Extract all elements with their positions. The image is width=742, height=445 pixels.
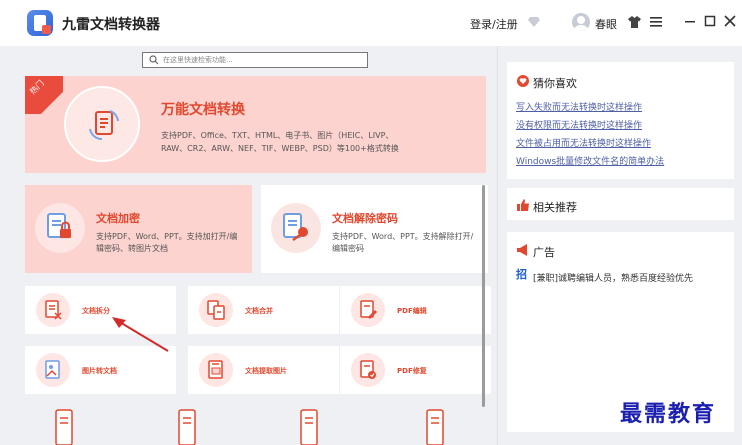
heart-icon	[517, 75, 529, 87]
guess-link[interactable]: 写入失败而无法转换时这样操作	[516, 100, 642, 113]
card-title: 文档解除密码	[332, 212, 398, 225]
card-document-encrypt[interactable]: 文档加密 支持PDF、Word、PPT。支持加打开/编辑密码、转图片文档	[25, 185, 252, 273]
panel-divider	[497, 46, 498, 445]
minimize-icon[interactable]	[683, 14, 697, 28]
card-document-merge[interactable]: 文档合并	[188, 286, 339, 334]
recommend-title: 相关推荐	[533, 201, 577, 214]
red-arrow-annotation	[112, 317, 169, 352]
doc-tool-icon[interactable]	[424, 408, 446, 445]
maximize-icon[interactable]	[703, 14, 717, 28]
ad-title: 广告	[533, 246, 555, 259]
guess-you-like-title: 猜你喜欢	[533, 77, 577, 90]
card-description: 支持PDF、Word、PPT。支持解除打开/编辑密码	[332, 232, 474, 253]
card-description: 支持PDF、Word、PPT。支持加打开/编辑密码、转图片文档	[96, 232, 238, 253]
pdf-edit-icon	[360, 300, 377, 319]
avatar[interactable]	[572, 13, 590, 31]
search-icon	[149, 55, 159, 65]
merge-document-icon	[207, 300, 225, 320]
menu-icon[interactable]	[650, 16, 662, 27]
extract-image-icon	[208, 360, 223, 379]
guess-link[interactable]: 文件被占用而无法转换时这样操作	[516, 136, 651, 149]
thumbs-up-icon	[517, 199, 529, 211]
doc-tool-icon[interactable]	[53, 408, 75, 445]
username[interactable]: 春眼	[595, 16, 617, 32]
guess-link[interactable]: 没有权限而无法转换时这样操作	[516, 118, 642, 131]
lock-document-icon	[47, 213, 71, 238]
card-label: PDF修复	[397, 367, 427, 375]
card-extract-images[interactable]: 文档提取图片	[188, 346, 339, 394]
card-label: 图片转文档	[82, 367, 117, 375]
card-label: 文档提取图片	[245, 367, 287, 375]
card-label: 文档合并	[245, 307, 273, 315]
scrollbar[interactable]	[482, 185, 485, 407]
ad-text[interactable]: [兼职]诚聘编辑人员，熟悉百度经验优先	[533, 271, 693, 284]
close-icon[interactable]	[723, 14, 737, 28]
hero-title: 万能文档转换	[161, 102, 245, 118]
app-logo-icon	[27, 10, 53, 36]
image-to-document-icon	[45, 360, 60, 379]
ad-badge: 招	[516, 268, 527, 281]
split-document-icon	[45, 300, 62, 320]
card-title: 文档加密	[96, 212, 140, 225]
key-document-icon	[283, 213, 308, 242]
watermark: 最需教育	[620, 401, 717, 427]
doc-tool-icon[interactable]	[176, 408, 198, 445]
hot-ribbon	[25, 76, 63, 114]
diamond-icon[interactable]	[528, 16, 540, 28]
login-register-link[interactable]: 登录/注册	[470, 16, 518, 32]
card-document-decrypt[interactable]: 文档解除密码 支持PDF、Word、PPT。支持解除打开/编辑密码	[261, 185, 488, 273]
app-title: 九雷文档转换器	[62, 17, 160, 33]
guess-link[interactable]: Windows批量修改文件名的简单办法	[516, 154, 664, 167]
document-convert-icon	[89, 110, 119, 141]
pdf-repair-icon	[360, 360, 376, 379]
card-pdf-repair[interactable]: PDF修复	[340, 346, 491, 394]
megaphone-icon	[517, 244, 527, 256]
card-label: 文档拆分	[82, 307, 110, 315]
card-pdf-edit[interactable]: PDF编辑	[340, 286, 491, 334]
search-input[interactable]	[163, 53, 363, 67]
hero-desc-line: RAW、CR2、ARW、NEF、TIF、WEBP、PSD）等100+格式转换	[161, 144, 399, 153]
hero-desc-line: 支持PDF、Office、TXT、HTML、电子书、图片（HEIC、LIVP、	[161, 131, 394, 140]
skin-shirt-icon[interactable]	[628, 16, 641, 28]
search-box[interactable]	[142, 52, 368, 68]
hero-description: 支持PDF、Office、TXT、HTML、电子书、图片（HEIC、LIVP、 …	[161, 129, 461, 155]
doc-tool-icon[interactable]	[298, 408, 320, 445]
card-label: PDF编辑	[397, 307, 427, 315]
